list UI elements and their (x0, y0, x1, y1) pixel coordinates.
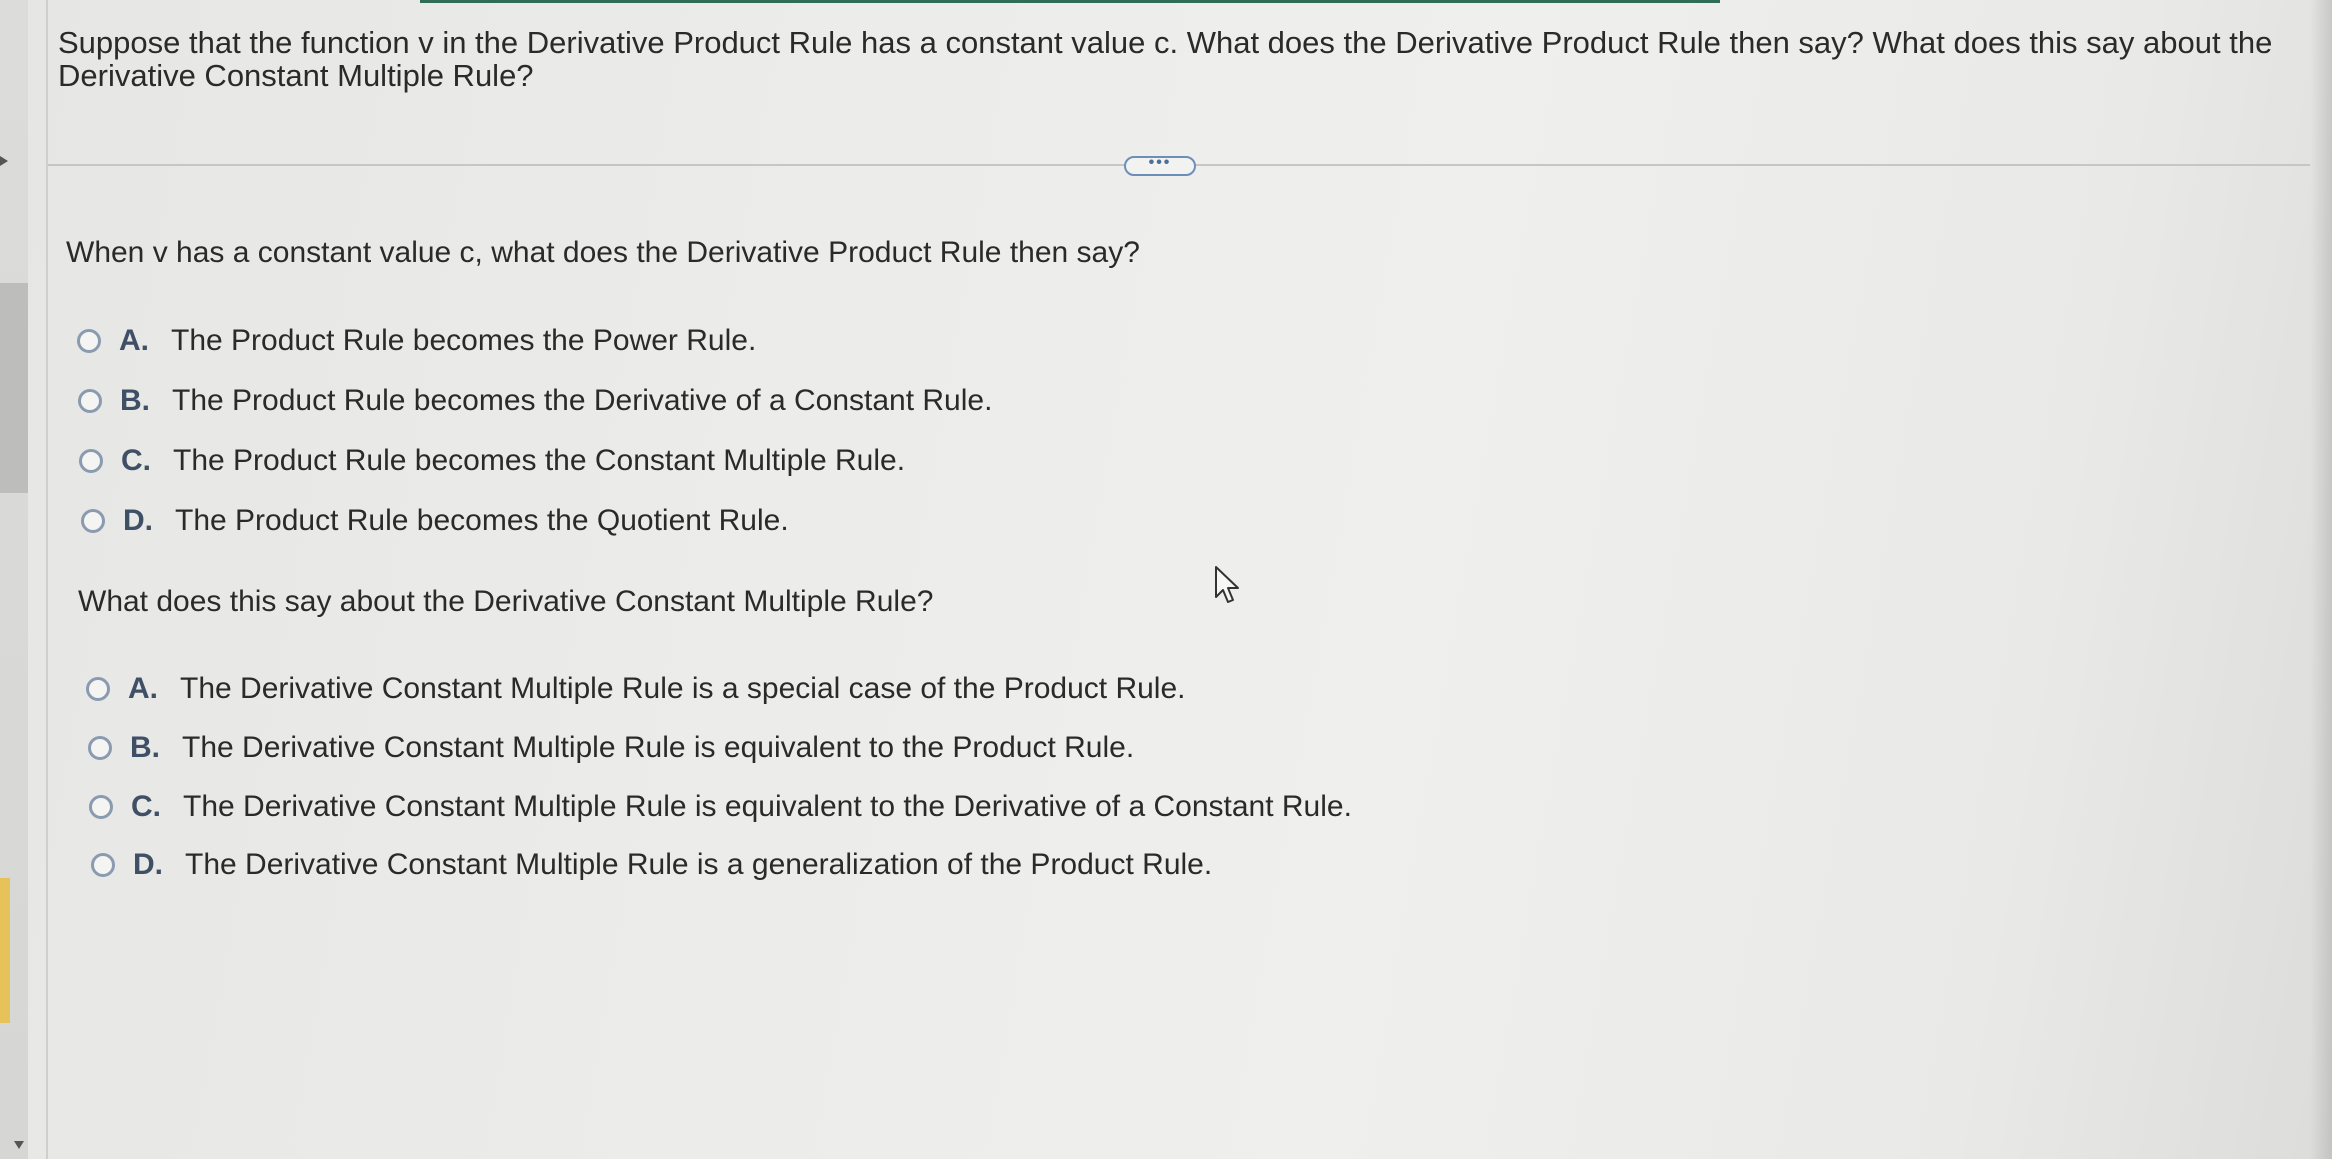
mouse-pointer-icon (1215, 566, 1239, 603)
panel-divider (46, 0, 48, 1159)
top-accent-bar (420, 0, 1720, 3)
radio-button[interactable] (79, 449, 103, 473)
option-text: The Product Rule becomes the Power Rule. (171, 324, 757, 357)
option-text: The Product Rule becomes the Constant Mu… (173, 444, 906, 477)
collapse-arrow-icon[interactable] (0, 156, 8, 166)
radio-button[interactable] (86, 677, 110, 701)
option-text: The Derivative Constant Multiple Rule is… (180, 672, 1186, 705)
option-letter: D. (133, 848, 163, 881)
part2-option-b[interactable]: B. The Derivative Constant Multiple Rule… (88, 731, 1134, 765)
option-letter: B. (120, 384, 150, 417)
part1-option-d[interactable]: D. The Product Rule becomes the Quotient… (81, 504, 789, 538)
option-text: The Derivative Constant Multiple Rule is… (183, 790, 1352, 823)
option-letter: B. (130, 731, 160, 764)
option-text: The Derivative Constant Multiple Rule is… (185, 848, 1213, 881)
part2-prompt: What does this say about the Derivative … (78, 585, 934, 618)
radio-button[interactable] (78, 389, 102, 413)
part1-option-c[interactable]: C. The Product Rule becomes the Constant… (79, 444, 905, 478)
option-letter: C. (131, 790, 161, 823)
side-tab[interactable] (0, 283, 28, 493)
side-highlight-tab[interactable] (0, 878, 10, 1023)
option-letter: A. (128, 672, 158, 705)
expand-more-button[interactable]: ••• (1124, 155, 1196, 176)
part1-option-b[interactable]: B. The Product Rule becomes the Derivati… (78, 384, 992, 418)
part2-option-a[interactable]: A. The Derivative Constant Multiple Rule… (86, 672, 1185, 706)
part2-option-c[interactable]: C. The Derivative Constant Multiple Rule… (89, 790, 1352, 824)
part2-option-d[interactable]: D. The Derivative Constant Multiple Rule… (91, 848, 1212, 882)
part1-prompt: When v has a constant value c, what does… (66, 236, 1140, 269)
option-letter: A. (119, 324, 149, 357)
part1-option-a[interactable]: A. The Product Rule becomes the Power Ru… (77, 324, 756, 358)
chevron-down-icon[interactable] (14, 1141, 24, 1149)
radio-button[interactable] (88, 736, 112, 760)
option-letter: C. (121, 444, 151, 477)
option-text: The Product Rule becomes the Derivative … (172, 384, 993, 417)
radio-button[interactable] (77, 329, 101, 353)
radio-button[interactable] (91, 853, 115, 877)
left-side-panel (0, 0, 28, 1159)
option-text: The Derivative Constant Multiple Rule is… (182, 731, 1135, 764)
radio-button[interactable] (89, 795, 113, 819)
option-letter: D. (123, 504, 153, 537)
right-edge-shadow (2310, 0, 2332, 1159)
option-text: The Product Rule becomes the Quotient Ru… (175, 504, 789, 537)
question-text: Suppose that the function v in the Deriv… (58, 25, 2273, 93)
radio-button[interactable] (81, 509, 105, 533)
